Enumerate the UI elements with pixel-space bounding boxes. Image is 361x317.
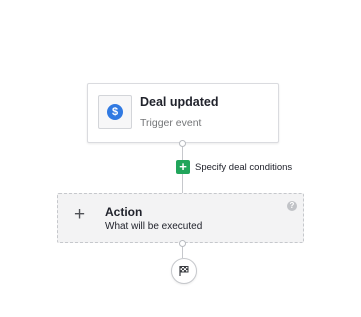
connector-dot [179, 140, 186, 147]
specify-conditions-link[interactable]: Specify deal conditions [195, 162, 292, 173]
plus-icon: + [74, 204, 86, 225]
add-condition-button[interactable]: + [176, 160, 190, 174]
trigger-subtitle: Trigger event [140, 117, 202, 129]
help-icon[interactable]: ? [287, 201, 297, 211]
dollar-icon: $ [107, 104, 123, 120]
trigger-title: Deal updated [140, 95, 219, 109]
end-node [171, 258, 197, 284]
trigger-icon-box: $ [98, 95, 132, 129]
action-subtitle: What will be executed [105, 221, 203, 232]
finish-flag-icon [179, 266, 189, 276]
connector-dot [179, 240, 186, 247]
action-placeholder[interactable]: + Action What will be executed ? [57, 193, 304, 243]
trigger-card[interactable]: $ Deal updated Trigger event [87, 83, 279, 143]
action-title: Action [105, 205, 143, 219]
